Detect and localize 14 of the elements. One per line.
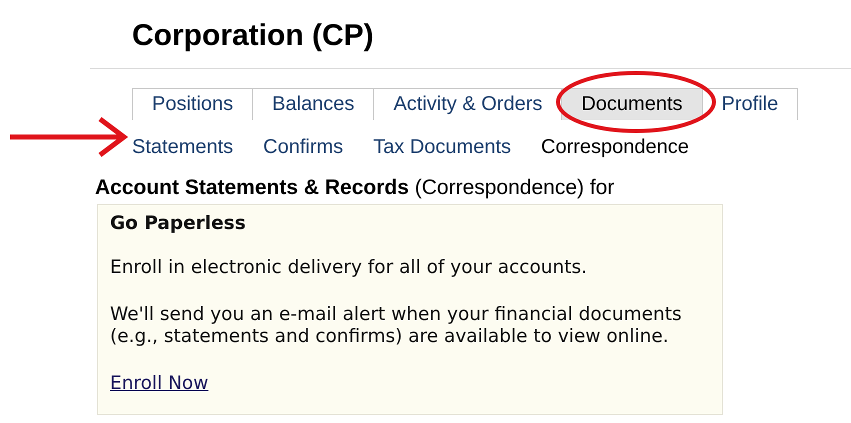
panel-text: Enroll in electronic delivery for all of your accounts. (110, 257, 588, 279)
panel-title: Go Paperless (110, 213, 247, 235)
page-title: Corporation (CP) (132, 18, 374, 54)
enroll-link[interactable]: Enroll Now (110, 373, 208, 394)
subtab[interactable]: Confirms (263, 132, 344, 162)
section-heading: Account Statements & Records (Correspondence) for (95, 175, 616, 201)
tab[interactable]: Positions (132, 88, 254, 120)
subtab[interactable]: Correspondence (541, 132, 689, 162)
tab[interactable]: Documents (562, 88, 703, 120)
subtab[interactable]: Tax Documents (373, 132, 512, 162)
subtab[interactable]: Statements (132, 132, 234, 162)
tab[interactable]: Activity & Orders (374, 88, 562, 120)
tab[interactable]: Balances (253, 88, 374, 120)
panel-text: We'll send you an e-mail alert when your financial documents (e.g., statements and confirms) are available to view online. (110, 304, 683, 348)
